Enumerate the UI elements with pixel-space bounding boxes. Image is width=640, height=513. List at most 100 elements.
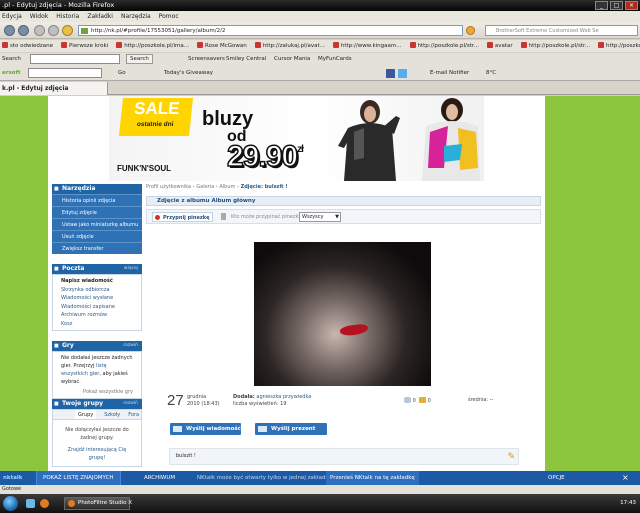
games-header: Gry rozwiń <box>52 341 142 351</box>
tab-forums[interactable]: Fora <box>128 410 139 419</box>
photo-image[interactable] <box>254 242 431 386</box>
brothersoft-search-input[interactable] <box>28 68 102 78</box>
games-expand-link[interactable]: rozwiń <box>123 341 138 351</box>
mail-inbox-link[interactable]: Skrzynka odbiorcza <box>61 286 133 295</box>
firefox-icon[interactable] <box>40 499 49 508</box>
toolbar-search-input[interactable] <box>30 54 120 64</box>
bookmark-item[interactable]: http://poszkole.pl/str... <box>598 40 640 52</box>
stop-icon[interactable] <box>48 25 59 36</box>
home-icon[interactable] <box>62 25 73 36</box>
breadcrumb-album[interactable]: Album <box>219 184 235 190</box>
bookmark-item[interactable]: avatar <box>487 40 513 52</box>
added-by-label: Dodała: <box>233 394 255 400</box>
photo-day: 27 <box>167 392 184 409</box>
menu-help[interactable]: Pomoc <box>159 11 179 22</box>
menu-history[interactable]: Historia <box>56 11 79 22</box>
send-message-label: Wyślij wiadomość <box>186 426 241 432</box>
like-count: 0 <box>427 398 431 404</box>
send-message-button[interactable]: Wyślij wiadomość <box>170 423 241 435</box>
sidebar-item-photo-history[interactable]: Historia opinii zdjęcia <box>52 194 142 206</box>
banner-ad[interactable]: SALE ostatnie dni bluzy od 29.90zł FUNK'… <box>109 96 484 181</box>
bookmark-item[interactable]: http://poszkole.pl/ima... <box>116 40 189 52</box>
bookmark-item[interactable]: Rose McGowan <box>197 40 247 52</box>
archive-button[interactable]: ARCHIWUM <box>144 471 175 485</box>
send-gift-button[interactable]: Wyślij prezent <box>255 423 327 435</box>
facebook-icon[interactable] <box>386 69 395 78</box>
bookmark-item[interactable]: http://www.kingaam... <box>333 40 402 52</box>
back-icon[interactable] <box>4 25 15 36</box>
show-friends-button[interactable]: POKAŻ LISTĘ ZNAJOMYCH <box>36 471 121 485</box>
groups-title: Twoje grupy <box>62 400 104 407</box>
mail-trash-link[interactable]: Kosz <box>61 320 133 329</box>
photo-lips-detail <box>339 323 369 337</box>
tab-groups[interactable]: Grupy <box>75 410 97 419</box>
toolbar-search-button[interactable]: Search <box>126 54 153 64</box>
sidebar-item-delete-photo[interactable]: Usuń zdjęcie <box>52 230 142 242</box>
banner-model-image <box>338 100 400 181</box>
comment-count: 0 <box>412 398 416 404</box>
ie-icon[interactable] <box>26 499 35 508</box>
mail-sent-link[interactable]: Wiadomości wysłane <box>61 294 133 303</box>
breadcrumb: Profil użytkownika › Galeria › Album › Z… <box>146 184 288 190</box>
groups-expand-link[interactable]: rozwiń <box>123 399 138 409</box>
mail-saved-link[interactable]: Wiadomości zapisane <box>61 303 133 312</box>
groups-tabs: Grupy Szkoły Fora <box>53 410 141 420</box>
minimize-button[interactable]: _ <box>595 1 608 10</box>
taskbar-photofiltre[interactable]: PhotoFiltre Studio X <box>64 497 132 510</box>
window-title: .pl - Edytuj zdjęcia - Mozilla Firefox <box>2 1 115 9</box>
bookmark-item[interactable]: sto odwiedzane <box>2 40 53 52</box>
sidebar-item-edit-photo[interactable]: Edytuj zdjęcie <box>52 206 142 218</box>
pin-button-label: Przypnij pinezkę <box>163 215 210 221</box>
added-by-link[interactable]: agnieszka przywiedka <box>256 394 311 400</box>
banner-currency: zł <box>297 144 304 155</box>
breadcrumb-profile[interactable]: Profil użytkownika <box>146 184 191 190</box>
mail-more-link[interactable]: więcej <box>124 264 138 274</box>
todays-giveaway-link[interactable]: Today's Giveaway <box>164 66 213 81</box>
menu-edit[interactable]: Edycja <box>2 11 22 22</box>
search-input[interactable]: BrotherSoft Extreme Customized Web Se <box>485 25 638 36</box>
breadcrumb-gallery[interactable]: Galeria <box>196 184 214 190</box>
tab-active[interactable]: k.pl - Edytuj zdjęcia <box>0 82 108 95</box>
forward-icon[interactable] <box>18 25 29 36</box>
options-button[interactable]: OPCJE <box>548 471 565 485</box>
pin-permission-select[interactable]: Wszyscy ▼ <box>299 212 341 222</box>
start-button[interactable] <box>3 496 18 511</box>
bookmark-item[interactable]: http://poszkole.pl/str... <box>521 40 590 52</box>
bookmark-item[interactable]: Pierwsze kroki <box>61 40 108 52</box>
myfuncards-link[interactable]: MyFunCards <box>318 53 352 66</box>
edit-pencil-icon[interactable]: ✎ <box>507 451 515 463</box>
mail-archive-link[interactable]: Archiwum rozmów <box>61 311 133 320</box>
menu-view[interactable]: Widok <box>30 11 48 22</box>
bookmark-item[interactable]: http://zalukaj.pl/avat... <box>255 40 325 52</box>
rating-label: średnia: <box>468 397 489 403</box>
menu-bookmarks[interactable]: Zakładki <box>87 11 113 22</box>
breadcrumb-current: Zdjęcie: bulszit ! <box>240 184 288 190</box>
sidebar-item-set-album-thumbnail[interactable]: Ustaw jako miniaturkę albumu <box>52 218 142 230</box>
go-button[interactable]: Go <box>118 66 126 81</box>
mail-compose-link[interactable]: Napisz wiadomość <box>61 277 133 286</box>
album-panel-title: Zdjęcie z albumu Album główny <box>157 198 256 204</box>
close-button[interactable]: × <box>625 1 638 10</box>
email-notifier-link[interactable]: E-mail Notifier <box>430 66 469 81</box>
games-title: Gry <box>62 342 74 349</box>
reload-icon[interactable] <box>34 25 45 36</box>
cursor-mania-link[interactable]: Cursor Mania <box>274 53 310 66</box>
screensavers-link[interactable]: Screensavers <box>188 53 225 66</box>
menu-tools[interactable]: Narzędzia <box>121 11 151 22</box>
games-content: Nie dodałaś jeszcze żadnych gier. Przejr… <box>52 351 142 399</box>
move-nktalk-link[interactable]: Przenieś NKtalk na tę zakładkę <box>326 471 419 485</box>
close-icon[interactable]: × <box>622 471 629 485</box>
pin-button[interactable]: Przypnij pinezkę <box>152 212 214 222</box>
smiley-central-link[interactable]: Smiley Central <box>226 53 266 66</box>
maximize-button[interactable]: □ <box>610 1 623 10</box>
twitter-icon[interactable] <box>398 69 407 78</box>
rss-icon[interactable] <box>466 26 475 35</box>
bookmark-item[interactable]: http://poszkole.pl/str... <box>410 40 479 52</box>
games-show-all-link[interactable]: Pokaż wszystkie gry <box>61 388 133 396</box>
tab-schools[interactable]: Szkoły <box>104 410 120 419</box>
url-bar[interactable]: http://nk.pl/#profile/17553051/gallery/a… <box>78 25 463 36</box>
site-favicon-icon <box>81 28 88 34</box>
sidebar-item-increase-transfer[interactable]: Zwiększ transfer <box>52 242 142 254</box>
groups-find-link[interactable]: Znajdź interesującą Cię grupę! <box>53 444 141 466</box>
groups-header: Twoje grupy rozwiń <box>52 399 142 409</box>
